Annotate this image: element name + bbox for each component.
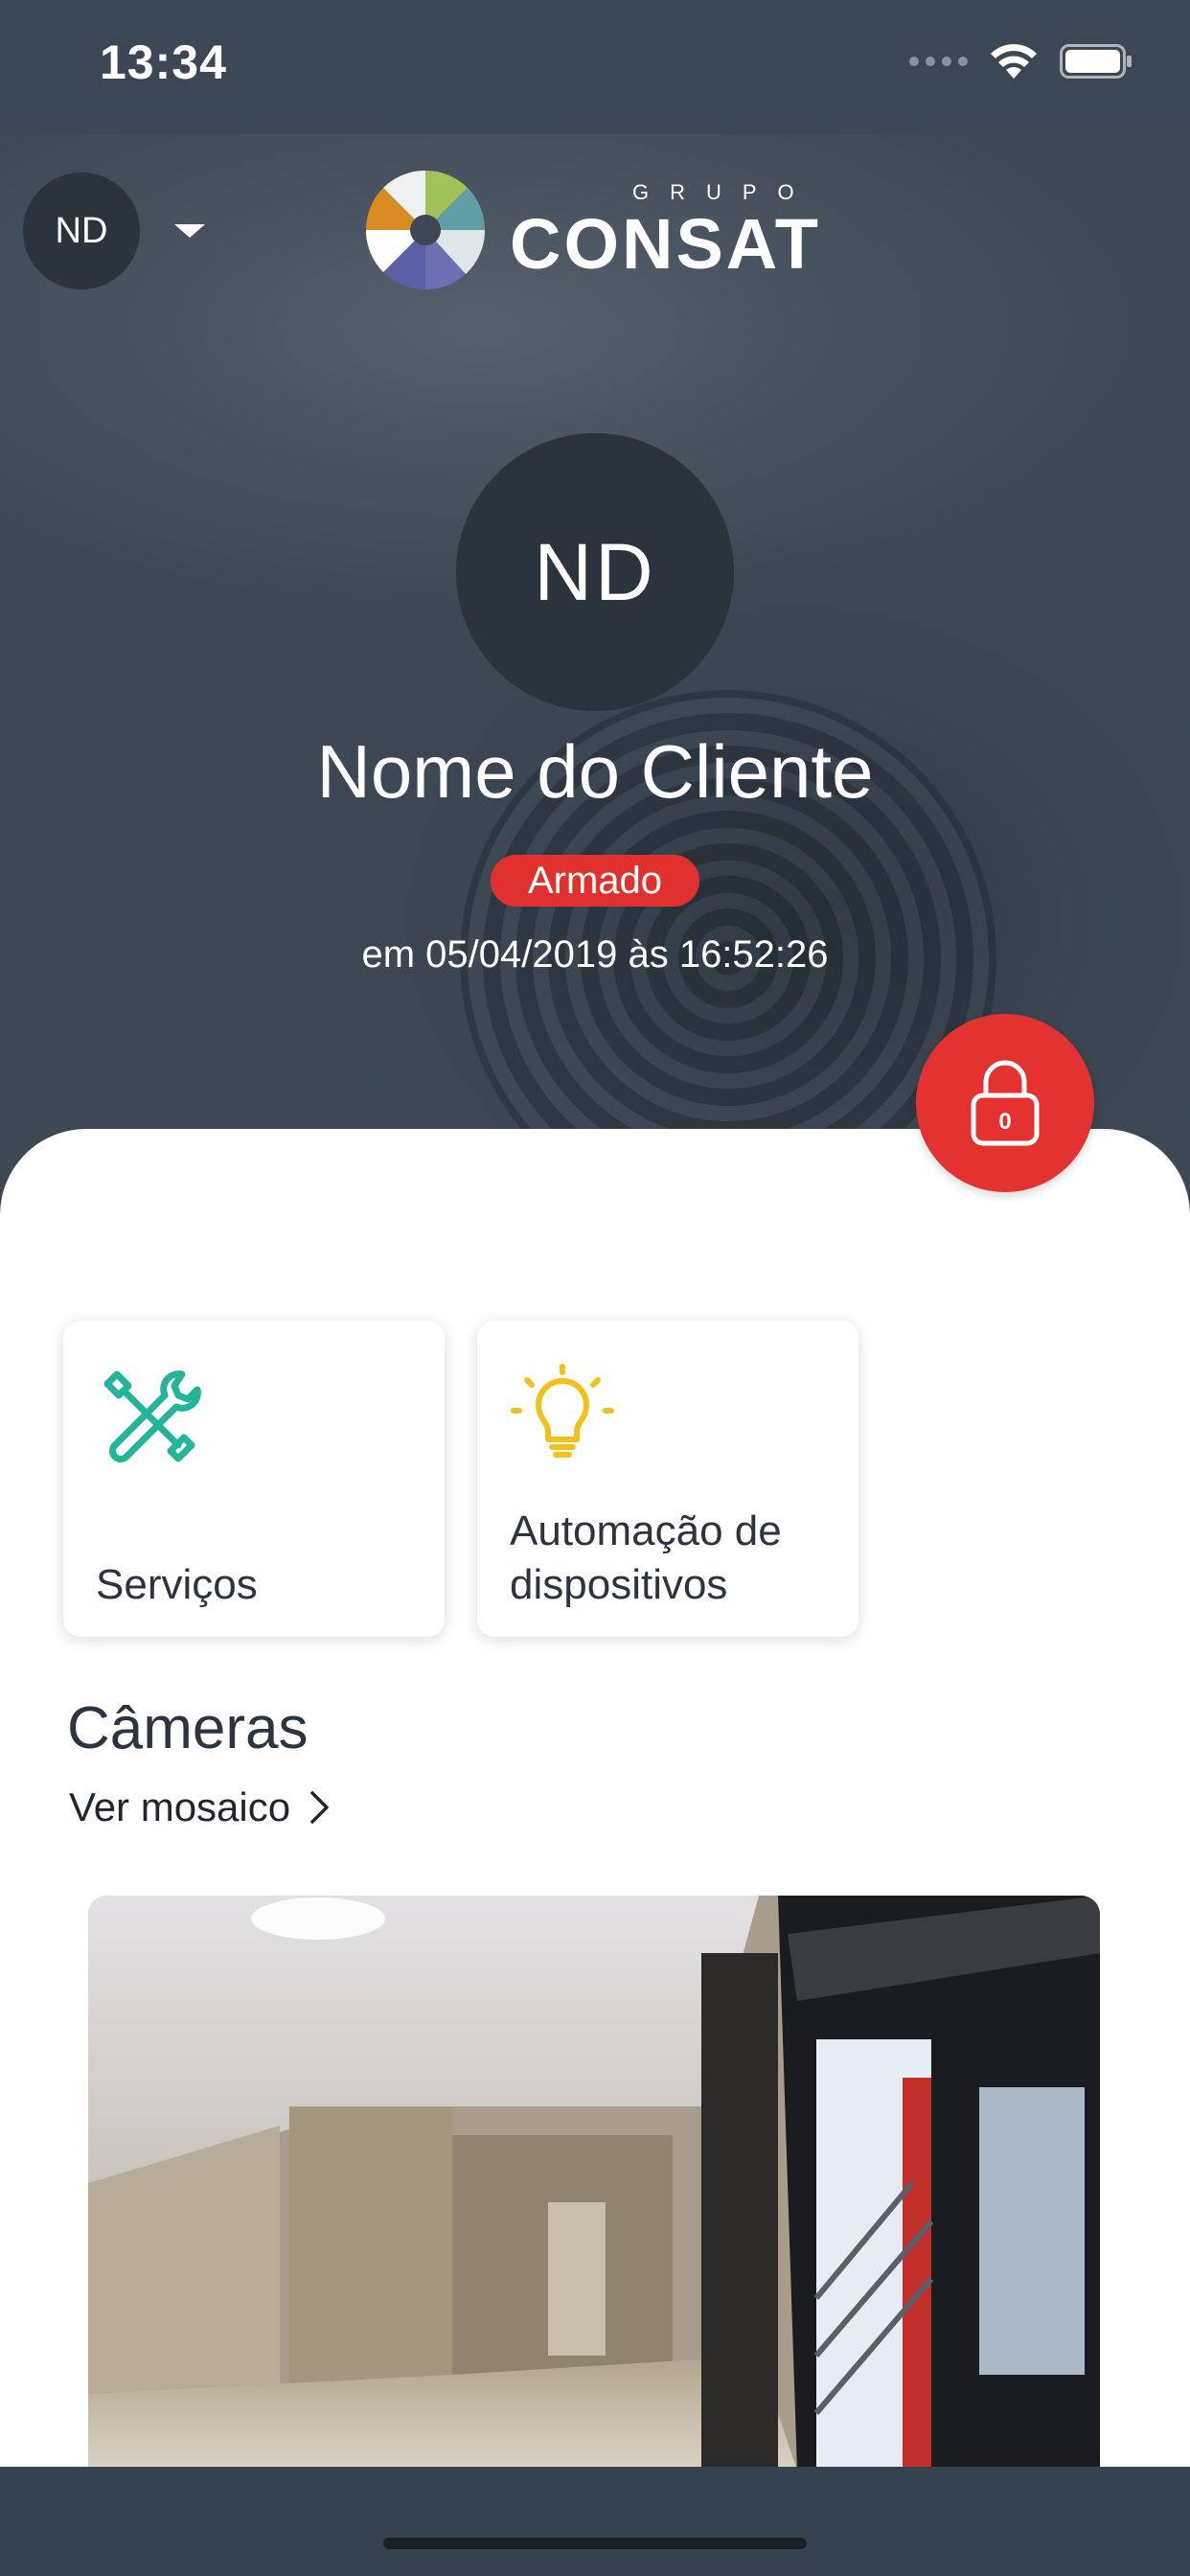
brand-name: CONSAT [510,204,821,284]
client-name: Nome do Cliente [316,729,874,814]
status-time: 13:34 [100,35,227,89]
view-mosaic-link[interactable]: Ver mosaico [69,1784,331,1830]
lock-icon: 0 [971,1060,1040,1146]
services-card-label: Serviços [96,1561,258,1608]
brand-wordmark: GRUPO CONSAT [510,180,821,280]
account-switcher[interactable]: ND [23,172,205,289]
view-mosaic-label: Ver mosaico [69,1784,291,1829]
services-card[interactable]: Serviços [63,1321,445,1637]
shortcut-cards: Serviços Automação de dispositivos [63,1321,858,1637]
home-indicator[interactable] [383,2538,807,2549]
lock-count: 0 [998,1109,1011,1135]
client-avatar: ND [456,433,734,711]
camera-feed-image [88,1896,1100,2471]
alarm-status-badge: Armado [491,855,699,907]
tools-icon [103,1370,201,1462]
bottom-bar [0,2467,1190,2576]
camera-feed-thumbnail[interactable] [88,1896,1100,2471]
consat-logo-icon [365,170,486,290]
automation-card-label: Automação de dispositivos [510,1507,782,1608]
cellular-signal-icon [909,57,968,66]
status-indicators [909,42,1133,80]
cameras-title: Câmeras [67,1695,309,1761]
brand-subtitle: GRUPO [632,180,815,204]
chevron-down-icon [174,224,205,238]
wifi-icon [991,44,1037,79]
lightbulb-icon [511,1364,614,1458]
automation-card[interactable]: Automação de dispositivos [477,1321,858,1637]
brand-logo: GRUPO CONSAT [360,165,821,295]
chevron-right-icon [310,1791,329,1824]
account-avatar: ND [23,172,140,289]
battery-icon [1060,44,1132,79]
alarm-status-timestamp: em 05/04/2019 às 16:52:26 [361,933,829,976]
status-bar: 13:34 [0,0,1190,134]
lock-button[interactable]: 0 [916,1014,1094,1192]
